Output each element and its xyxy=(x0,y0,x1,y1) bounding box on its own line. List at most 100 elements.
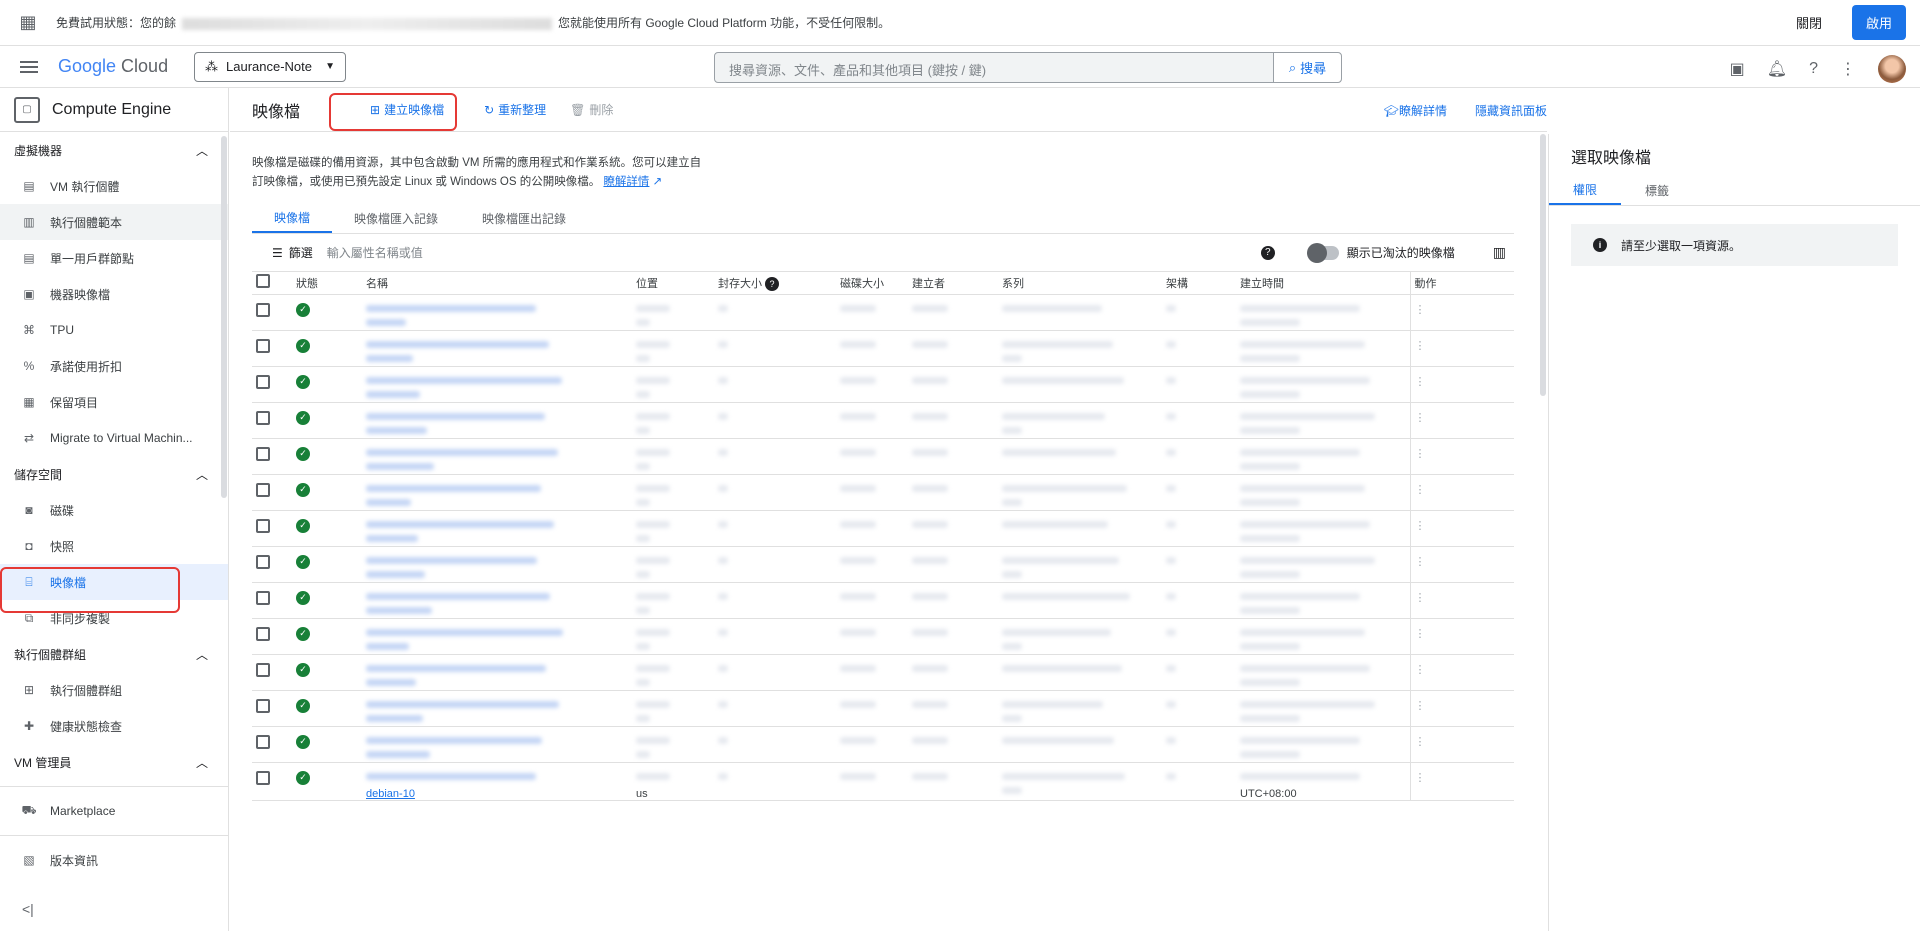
table-row[interactable]: ✓ ⋮ xyxy=(252,510,1514,547)
sidebar-section-storage[interactable]: 儲存空間 ︿ xyxy=(0,456,228,492)
select-all-checkbox[interactable] xyxy=(256,274,270,289)
more-actions-icon[interactable]: ⋮ xyxy=(1415,340,1426,352)
sidebar-item-migrate[interactable]: ⇄ Migrate to Virtual Machin... xyxy=(0,420,228,456)
project-selector[interactable]: ⁂ Laurance-Note ▼ xyxy=(194,51,346,82)
sidebar-item-marketplace[interactable]: ⛟ Marketplace xyxy=(0,793,228,829)
sidebar-item-machine-images[interactable]: ▣ 機器映像檔 xyxy=(0,276,228,312)
sidebar-item-vm-instances[interactable]: ▤ VM 執行個體 xyxy=(0,168,228,204)
table-row[interactable]: ✓ ⋮ xyxy=(252,690,1514,727)
activate-button[interactable]: 啟用 xyxy=(1851,5,1906,40)
google-cloud-logo[interactable]: Google Cloud xyxy=(58,56,194,77)
cloud-shell-icon[interactable]: ▣ xyxy=(1730,59,1745,79)
image-name-link[interactable]: debian-10 xyxy=(366,788,628,800)
more-actions-icon[interactable]: ⋮ xyxy=(1415,700,1426,712)
more-actions-icon[interactable]: ⋮ xyxy=(1415,448,1426,460)
more-actions-icon[interactable]: ⋮ xyxy=(1415,736,1426,748)
tab-export-history[interactable]: 映像檔匯出記錄 xyxy=(460,204,588,233)
refresh-button[interactable]: ↻ 重新整理 xyxy=(472,101,558,118)
more-actions-icon[interactable]: ⋮ xyxy=(1415,304,1426,316)
sidebar-item-tpu[interactable]: ⌘ TPU xyxy=(0,312,228,348)
collapse-sidebar-icon[interactable]: <| xyxy=(22,901,34,917)
row-checkbox[interactable] xyxy=(256,338,270,353)
row-checkbox[interactable] xyxy=(256,482,270,497)
more-actions-icon[interactable]: ⋮ xyxy=(1415,484,1426,496)
col-created[interactable]: 建立時間 xyxy=(1236,272,1410,295)
more-actions-icon[interactable]: ⋮ xyxy=(1415,628,1426,640)
filter-input[interactable]: 輸入屬性名稱或值 xyxy=(327,244,1253,261)
row-checkbox[interactable] xyxy=(256,734,270,749)
row-checkbox[interactable] xyxy=(256,590,270,605)
more-actions-icon[interactable]: ⋮ xyxy=(1415,664,1426,676)
delete-button[interactable]: 🗑︎ 刪除 xyxy=(558,101,625,118)
row-checkbox[interactable] xyxy=(256,374,270,389)
table-row[interactable]: ✓ ⋮ xyxy=(252,726,1514,763)
row-checkbox[interactable] xyxy=(256,446,270,461)
notifications-icon[interactable]: 🔔︎ xyxy=(1767,59,1787,79)
more-actions-icon[interactable]: ⋮ xyxy=(1415,592,1426,604)
sidebar-item-instance-templates[interactable]: ▥ 執行個體範本 xyxy=(0,204,228,240)
table-row[interactable]: ✓ ⋮ xyxy=(252,582,1514,619)
col-disk-size[interactable]: 磁碟大小 xyxy=(836,272,908,295)
more-actions-icon[interactable]: ⋮ xyxy=(1415,556,1426,568)
more-vert-icon[interactable]: ⋮ xyxy=(1840,59,1856,79)
table-row[interactable]: ✓ ⋮ xyxy=(252,402,1514,439)
learn-more-link[interactable]: 瞭解詳情 xyxy=(603,176,649,188)
row-checkbox[interactable] xyxy=(256,554,270,569)
table-row[interactable]: ✓ ⋮ xyxy=(252,330,1514,367)
col-family[interactable]: 系列 xyxy=(998,272,1162,295)
sidebar-section-instance-groups[interactable]: 執行個體群組 ︿ xyxy=(0,636,228,672)
main-scrollbar[interactable] xyxy=(1540,134,1546,396)
sidebar-item-health-checks[interactable]: ✚ 健康狀態檢查 xyxy=(0,708,228,744)
col-creator[interactable]: 建立者 xyxy=(908,272,998,295)
tab-images[interactable]: 映像檔 xyxy=(252,204,333,233)
more-actions-icon[interactable]: ⋮ xyxy=(1415,412,1426,424)
table-row[interactable]: ✓ ⋮ xyxy=(252,294,1514,331)
more-actions-icon[interactable]: ⋮ xyxy=(1415,772,1426,784)
sidebar-scrollbar[interactable] xyxy=(221,136,227,498)
column-display-icon[interactable]: ▥ xyxy=(1493,244,1506,261)
sidebar-section-vm-manager[interactable]: VM 管理員 ︿ xyxy=(0,744,228,780)
close-banner-button[interactable]: 關閉 xyxy=(1796,13,1822,32)
avatar[interactable] xyxy=(1878,55,1906,83)
help-icon[interactable]: ? xyxy=(1809,60,1818,78)
col-status[interactable]: 狀態 xyxy=(292,272,362,295)
search-bar[interactable]: 搜尋資源、文件、產品和其他項目 (鍵按 / 鍵) ⌕ 搜尋 xyxy=(714,52,1342,83)
learn-more-button[interactable]: 🎓︎瞭解詳情 xyxy=(1384,102,1447,119)
row-checkbox[interactable] xyxy=(256,410,270,425)
table-row[interactable]: ✓ ⋮ xyxy=(252,474,1514,511)
col-archive-size[interactable]: 封存大小 ? xyxy=(714,272,836,295)
more-actions-icon[interactable]: ⋮ xyxy=(1415,376,1426,388)
search-button[interactable]: ⌕ 搜尋 xyxy=(1273,53,1341,82)
table-row[interactable]: ✓ ⋮ xyxy=(252,438,1514,475)
sidebar-item-snapshots[interactable]: ◘ 快照 xyxy=(0,528,228,564)
row-checkbox[interactable] xyxy=(256,626,270,641)
sidebar-item-instance-groups[interactable]: ⊞ 執行個體群組 xyxy=(0,672,228,708)
sidebar-item-disks[interactable]: ◙ 磁碟 xyxy=(0,492,228,528)
col-name[interactable]: 名稱 xyxy=(362,272,632,295)
help-icon[interactable]: ? xyxy=(1260,245,1275,260)
row-checkbox[interactable] xyxy=(256,770,270,785)
col-location[interactable]: 位置 xyxy=(632,272,714,295)
tab-permissions[interactable]: 權限 xyxy=(1549,176,1622,205)
sidebar-item-release-notes[interactable]: ▧ 版本資訊 xyxy=(0,842,228,878)
row-checkbox[interactable] xyxy=(256,698,270,713)
show-deprecated-toggle[interactable] xyxy=(1306,242,1339,263)
table-row[interactable]: ✓ ⋮ xyxy=(252,654,1514,691)
tab-labels[interactable]: 標籤 xyxy=(1621,176,1693,205)
more-actions-icon[interactable]: ⋮ xyxy=(1415,520,1426,532)
table-row[interactable]: ✓ ⋮ xyxy=(252,546,1514,583)
table-row[interactable]: ✓ debian-10 us UTC+08:00 ⋮ xyxy=(252,762,1514,801)
sidebar-item-sole-tenant[interactable]: ▤ 單一用戶群節點 xyxy=(0,240,228,276)
sidebar-item-reservations[interactable]: ▦ 保留項目 xyxy=(0,384,228,420)
sidebar-section-vm[interactable]: 虛擬機器 ︿ xyxy=(0,132,228,168)
sidebar-item-committed-use[interactable]: % 承諾使用折扣 xyxy=(0,348,228,384)
table-row[interactable]: ✓ ⋮ xyxy=(252,618,1514,655)
search-input[interactable]: 搜尋資源、文件、產品和其他項目 (鍵按 / 鍵) xyxy=(715,53,1273,82)
row-checkbox[interactable] xyxy=(256,302,270,317)
col-architecture[interactable]: 架構 xyxy=(1162,272,1236,295)
row-checkbox[interactable] xyxy=(256,662,270,677)
hide-info-panel-button[interactable]: 隱藏資訊面板 xyxy=(1475,102,1547,119)
table-row[interactable]: ✓ ⋮ xyxy=(252,366,1514,403)
row-checkbox[interactable] xyxy=(256,518,270,533)
menu-icon[interactable] xyxy=(0,58,58,76)
